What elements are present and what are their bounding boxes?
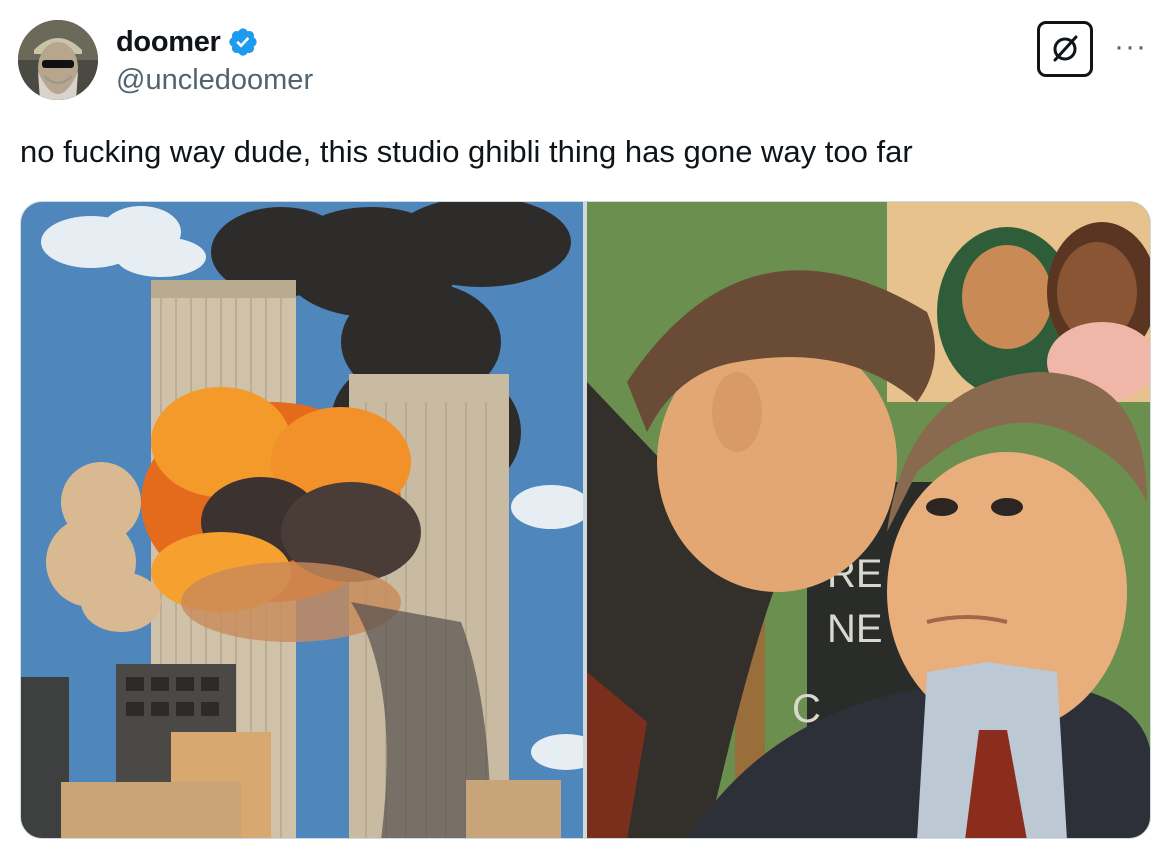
author-name-row: doomer — [116, 24, 259, 60]
tweet-media-grid[interactable]: RE NE C — [20, 201, 1151, 839]
verified-badge-icon[interactable] — [227, 26, 259, 58]
author-display-name[interactable]: doomer — [116, 26, 221, 59]
media-image-right[interactable]: RE NE C — [587, 202, 1150, 838]
author-handle[interactable]: @uncledoomer — [116, 64, 313, 97]
grok-slashed-circle-icon — [1053, 35, 1078, 62]
media-image-left[interactable] — [21, 202, 583, 838]
sign-text-2: NE — [827, 607, 883, 651]
bearded-man-avatar-icon — [18, 20, 98, 100]
tweet-text: no fucking way dude, this studio ghibli … — [20, 134, 913, 169]
illustrated-man-whispering-to-president: RE NE C — [587, 202, 1150, 838]
grok-button[interactable] — [1037, 21, 1093, 77]
author-avatar[interactable] — [18, 20, 98, 100]
illustrated-twin-towers-explosion — [21, 202, 583, 838]
more-options-icon[interactable]: ··· — [1114, 32, 1147, 62]
